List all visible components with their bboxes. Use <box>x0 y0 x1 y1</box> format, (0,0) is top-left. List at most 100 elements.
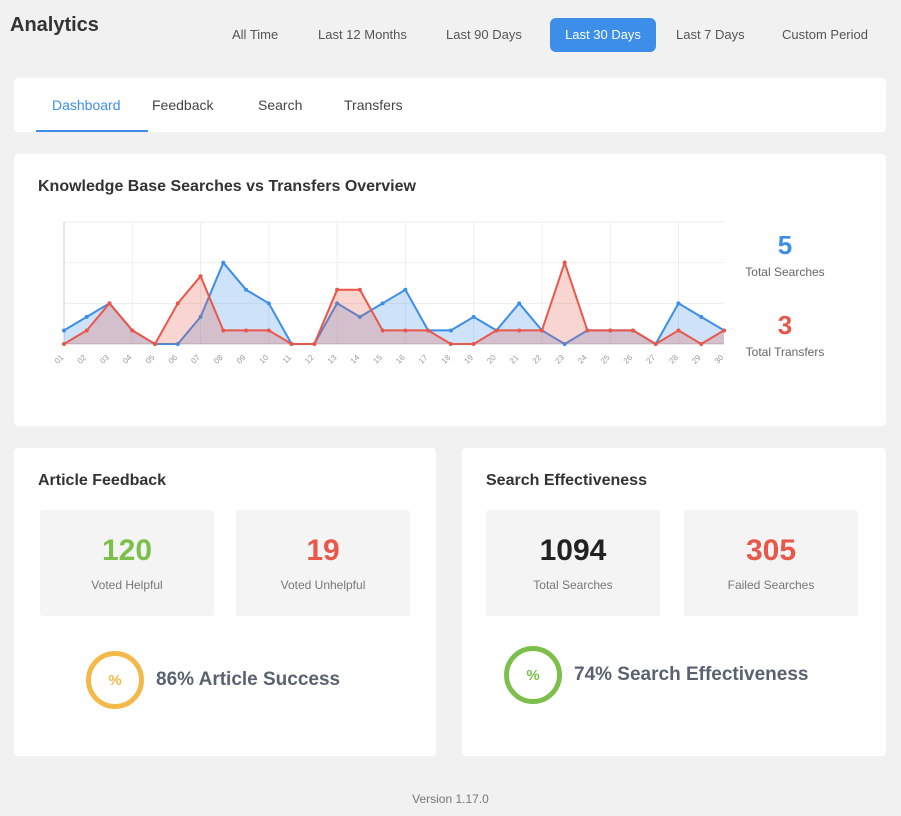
data-point <box>357 287 362 292</box>
range-last-7-days-button[interactable]: Last 7 Days <box>664 18 757 52</box>
data-point <box>699 314 704 319</box>
x-tick-label: 23 <box>553 353 566 366</box>
range-last-90-days-button[interactable]: Last 90 Days <box>434 18 534 52</box>
data-point <box>722 328 726 333</box>
data-point <box>221 260 226 265</box>
article-feedback-title: Article Feedback <box>38 472 167 489</box>
x-tick-label: 10 <box>258 353 271 366</box>
overview-card: Knowledge Base Searches vs Transfers Ove… <box>14 154 886 426</box>
x-tick-label: 18 <box>440 353 453 366</box>
data-point <box>335 287 340 292</box>
x-tick-label: 14 <box>349 353 362 366</box>
data-point <box>266 328 271 333</box>
search-effectiveness-title: Search Effectiveness <box>486 472 647 489</box>
legend-transfers-value: 3 <box>777 310 793 340</box>
failed-searches-label: Failed Searches <box>727 578 815 592</box>
data-point <box>84 314 89 319</box>
x-tick-label: 21 <box>508 353 521 366</box>
helpful-stat: 120 Voted Helpful <box>40 510 214 616</box>
x-tick-label: 03 <box>98 353 111 366</box>
tab-feedback[interactable]: Feedback <box>148 78 217 132</box>
overview-title: Knowledge Base Searches vs Transfers Ove… <box>38 178 416 195</box>
data-point <box>562 260 567 265</box>
data-point <box>517 301 522 306</box>
x-tick-label: 09 <box>235 353 248 366</box>
unhelpful-stat: 19 Voted Unhelpful <box>236 510 410 616</box>
data-point <box>517 328 522 333</box>
x-tick-label: 20 <box>485 353 498 366</box>
tabs-bar: Dashboard Feedback Search Transfers <box>14 78 886 132</box>
data-point <box>403 287 408 292</box>
helpful-label: Voted Helpful <box>91 578 163 592</box>
data-point <box>198 274 203 279</box>
article-success-ring: % <box>86 651 144 709</box>
data-point <box>699 342 704 346</box>
data-point <box>312 342 317 346</box>
data-point <box>471 342 476 346</box>
search-success: % 74% Search Effectiveness <box>504 646 808 704</box>
data-point <box>153 342 158 346</box>
x-tick-label: 08 <box>212 353 225 366</box>
x-tick-label: 17 <box>417 353 430 366</box>
data-point <box>676 328 681 333</box>
data-point <box>221 328 226 333</box>
version-footer: Version 1.17.0 <box>412 792 489 806</box>
x-tick-label: 22 <box>531 353 544 366</box>
unhelpful-value: 19 <box>306 534 340 567</box>
total-searches-value: 1094 <box>539 534 607 567</box>
range-last-30-days-button[interactable]: Last 30 Days <box>550 18 656 52</box>
tab-transfers[interactable]: Transfers <box>340 78 407 132</box>
data-point <box>380 328 385 333</box>
data-point <box>608 328 613 333</box>
search-effectiveness-card: Search Effectiveness 1094 Total Searches… <box>462 448 886 756</box>
x-tick-label: 28 <box>667 353 680 366</box>
range-custom-period-button[interactable]: Custom Period <box>770 18 880 52</box>
data-point <box>403 328 408 333</box>
range-last-12-months-button[interactable]: Last 12 Months <box>306 18 419 52</box>
data-point <box>494 328 499 333</box>
x-tick-label: 27 <box>644 353 657 366</box>
data-point <box>448 342 453 346</box>
search-success-text: 74% Search Effectiveness <box>574 664 809 685</box>
x-tick-label: 06 <box>167 353 180 366</box>
x-tick-label: 11 <box>281 353 294 366</box>
x-tick-label: 12 <box>303 353 316 366</box>
article-feedback-card: Article Feedback 120 Voted Helpful 19 Vo… <box>14 448 436 756</box>
overview-chart: 01 02 03 04 05 06 07 08 09 10 11 12 13 14 15 16 17 18 19 20… <box>53 221 726 366</box>
x-tick-label: 19 <box>462 353 475 366</box>
total-searches-label: Total Searches <box>533 578 613 592</box>
data-point <box>448 328 453 333</box>
data-point <box>380 301 385 306</box>
x-tick-label: 29 <box>690 353 703 366</box>
unhelpful-label: Voted Unhelpful <box>280 578 366 592</box>
failed-searches-value: 305 <box>745 534 797 567</box>
x-tick-label: 25 <box>599 353 612 366</box>
legend-total-transfers: 3 Total Transfers <box>730 310 840 359</box>
data-point <box>471 314 476 319</box>
data-point <box>266 301 271 306</box>
tab-search[interactable]: Search <box>254 78 306 132</box>
helpful-value: 120 <box>101 534 153 567</box>
x-tick-label: 30 <box>713 353 726 366</box>
x-tick-label: 15 <box>371 353 384 366</box>
x-tick-label: 02 <box>76 353 89 366</box>
x-tick-label: 07 <box>189 353 202 366</box>
search-success-ring: % <box>504 646 562 704</box>
data-point <box>62 328 66 333</box>
legend-total-searches: 5 Total Searches <box>730 230 840 279</box>
article-success-text: 86% Article Success <box>156 669 341 690</box>
data-point <box>244 287 249 292</box>
data-point <box>630 328 635 333</box>
data-point <box>62 342 66 346</box>
data-point <box>107 301 112 306</box>
x-tick-label: 16 <box>394 353 407 366</box>
data-point <box>244 328 249 333</box>
article-success: % 86% Article Success <box>86 651 340 709</box>
data-point <box>175 301 180 306</box>
range-all-time-button[interactable]: All Time <box>220 18 290 52</box>
tab-dashboard[interactable]: Dashboard <box>36 78 148 132</box>
total-searches-stat: 1094 Total Searches <box>486 510 660 616</box>
legend-transfers-label: Total Transfers <box>745 345 825 359</box>
legend-searches-value: 5 <box>777 230 793 260</box>
data-point <box>426 328 431 333</box>
